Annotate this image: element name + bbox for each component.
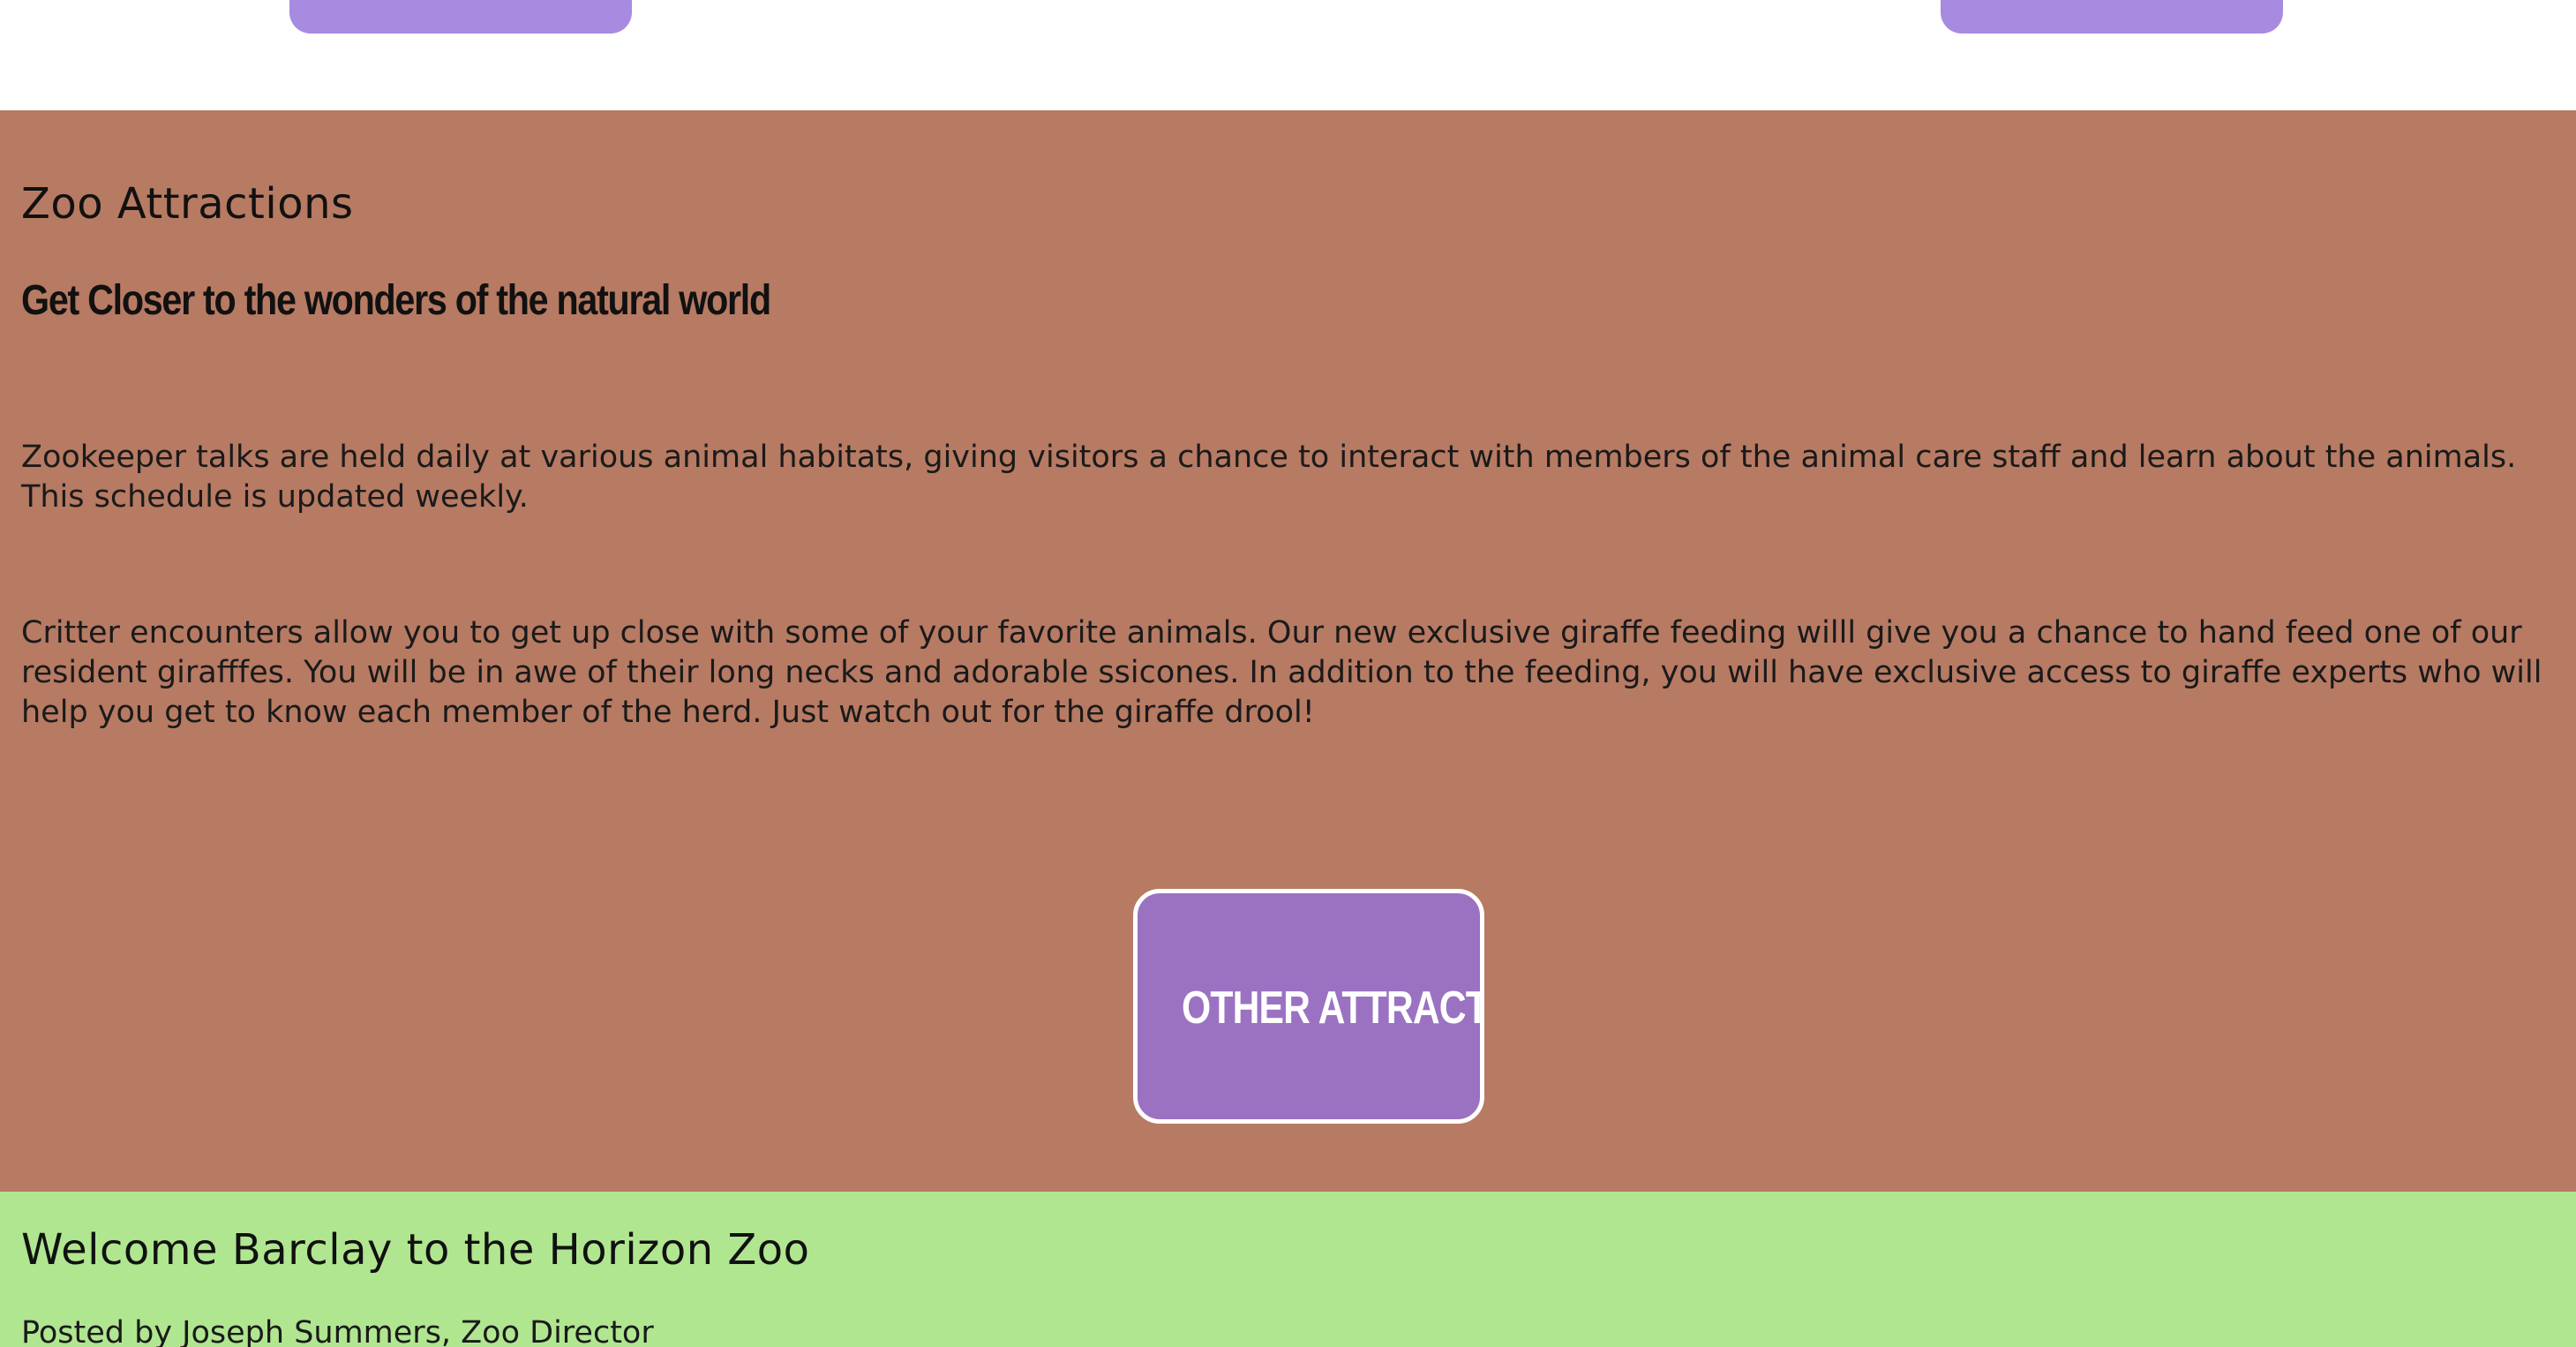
zoo-attractions-section: Zoo Attractions Get Closer to the wonder… — [0, 110, 2576, 1192]
zookeeper-talks-paragraph: Zookeeper talks are held daily at variou… — [21, 440, 2517, 515]
blog-post-title: Welcome Barclay to the Horizon Zoo — [21, 1225, 810, 1275]
top-nav-strip — [0, 0, 2576, 110]
other-attractions-button-label: OTHER ATTRACTIONS — [1182, 982, 1480, 1034]
blog-post-section: Welcome Barclay to the Horizon Zoo Poste… — [0, 1192, 2576, 1347]
blog-post-byline: Posted by Joseph Summers, Zoo Director — [21, 1315, 654, 1347]
section-title: Zoo Attractions — [21, 179, 354, 229]
other-attractions-button[interactable]: OTHER ATTRACTIONS — [1133, 889, 1484, 1124]
section-subtitle: Get Closer to the wonders of the natural… — [21, 277, 771, 324]
top-nav-button-right[interactable] — [1941, 0, 2283, 34]
top-nav-button-left[interactable] — [289, 0, 632, 34]
critter-encounters-paragraph: Critter encounters allow you to get up c… — [21, 615, 2542, 730]
